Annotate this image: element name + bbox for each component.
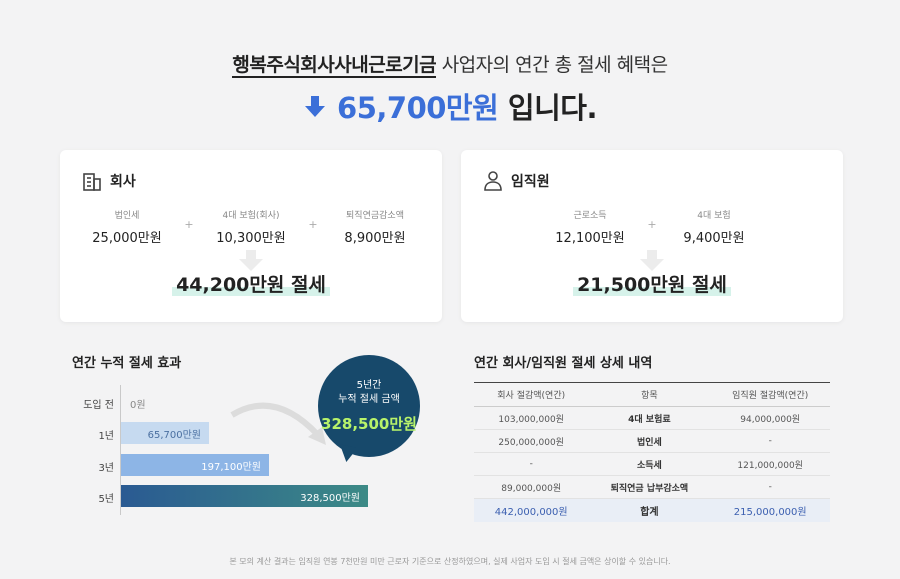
bubble-tail — [336, 444, 358, 464]
item-label: 4대 보험 — [697, 211, 731, 221]
bubble-line1: 5년간 — [356, 380, 382, 391]
item-label: 근로소득 — [573, 211, 607, 221]
company-item: 4대 보험(회사) 10,300만원 — [196, 208, 306, 246]
item-value: 25,000만원 — [92, 231, 162, 246]
employee-total-text: 21,500만원 절세 — [573, 274, 731, 296]
detail-title: 연간 회사/임직원 절세 상세 내역 — [474, 356, 653, 371]
bubble-amount: 328,500만원 — [321, 415, 417, 433]
table-row: 250,000,000원 법인세 - — [474, 429, 830, 453]
bar: 197,100만원 — [121, 454, 269, 476]
column-header: 항목 — [588, 382, 711, 407]
total-savings-amount: 65,700만원 — [337, 91, 499, 125]
category-cell: 퇴직연금 납부감소액 — [588, 475, 711, 499]
detail-table: 회사 절감액(연간) 항목 임직원 절감액(연간) 103,000,000원 4… — [474, 382, 830, 522]
headline-line1: 행복주식회사사내근로기금 사업자의 연간 총 절세 혜택은 — [0, 50, 900, 78]
item-value: 12,100만원 — [555, 231, 625, 246]
category-cell: 법인세 — [588, 429, 711, 453]
item-label: 퇴직연금감소액 — [346, 211, 404, 221]
employee-item: 4대 보험 9,400만원 — [659, 208, 769, 246]
headline-rest: 사업자의 연간 총 절세 혜택은 — [441, 54, 668, 76]
employee-saving-cell: - — [710, 475, 830, 499]
headline-suffix: 입니다. — [507, 91, 598, 125]
curved-arrow-icon — [230, 402, 326, 445]
company-total: 44,200만원 절세 — [60, 270, 442, 297]
sum-label-cell: 합계 — [588, 498, 711, 522]
plus-icon: + — [308, 218, 318, 231]
down-arrow-icon — [303, 94, 327, 124]
plus-icon: + — [647, 218, 657, 231]
employee-item: 근로소득 12,100만원 — [535, 208, 645, 246]
bar-value-label: 197,100만원 — [201, 461, 261, 473]
table-row: 103,000,000원 4대 보험료 94,000,000원 — [474, 406, 830, 430]
company-card-title: 회사 — [110, 174, 136, 190]
company-card: 회사 법인세 25,000만원 + 4대 보험(회사) 10,300만원 + 퇴… — [60, 150, 442, 322]
company-saving-cell: 103,000,000원 — [474, 406, 589, 430]
bubble-caption: 5년간 누적 절세 금액 — [318, 379, 420, 407]
person-icon — [483, 170, 503, 192]
down-arrow-icon — [239, 250, 263, 271]
employee-card: 임직원 근로소득 12,100만원 + 4대 보험 9,400만원 21,500… — [461, 150, 843, 322]
bar-category-label: 5년 — [98, 494, 114, 505]
company-item: 법인세 25,000만원 — [72, 208, 182, 246]
bar-category-label: 도입 전 — [83, 400, 114, 411]
employee-sum-cell: 215,000,000원 — [710, 498, 830, 522]
headline-line2: 65,700만원 입니다. — [0, 85, 900, 127]
item-label: 4대 보험(회사) — [222, 211, 280, 221]
bar-category-label: 1년 — [98, 431, 114, 442]
employee-card-title: 임직원 — [511, 174, 550, 190]
table-row: 89,000,000원 퇴직연금 납부감소액 - — [474, 475, 830, 499]
bar-value-label: 0원 — [130, 400, 146, 411]
company-total-text: 44,200만원 절세 — [172, 274, 330, 296]
employee-card-header: 임직원 — [483, 170, 550, 192]
bar: 65,700만원 — [121, 422, 209, 444]
category-cell: 소득세 — [588, 452, 711, 476]
table-sum-row: 442,000,000원 합계 215,000,000원 — [474, 498, 830, 522]
down-arrow-icon — [640, 250, 664, 271]
company-sum-cell: 442,000,000원 — [474, 498, 589, 522]
employee-saving-cell: 94,000,000원 — [710, 406, 830, 430]
column-header: 회사 절감액(연간) — [474, 382, 589, 407]
building-icon — [82, 170, 102, 192]
column-header: 임직원 절감액(연간) — [710, 382, 830, 407]
company-saving-cell: 89,000,000원 — [474, 475, 589, 499]
company-saving-cell: - — [474, 452, 589, 476]
item-value: 10,300만원 — [216, 231, 286, 246]
company-item: 퇴직연금감소액 8,900만원 — [320, 208, 430, 246]
company-card-header: 회사 — [82, 170, 136, 192]
item-value: 9,400만원 — [683, 231, 745, 246]
headline: 행복주식회사사내근로기금 사업자의 연간 총 절세 혜택은 65,700만원 입… — [0, 50, 900, 127]
table-header-row: 회사 절감액(연간) 항목 임직원 절감액(연간) — [474, 382, 830, 407]
employee-items: 근로소득 12,100만원 + 4대 보험 9,400만원 — [461, 208, 843, 246]
bar-category-label: 3년 — [98, 463, 114, 474]
five-year-bubble: 5년간 누적 절세 금액 328,500만원 — [318, 355, 420, 457]
employee-total: 21,500만원 절세 — [461, 270, 843, 297]
item-label: 법인세 — [114, 211, 140, 221]
bubble-line2: 누적 절세 금액 — [338, 394, 400, 405]
table-row: - 소득세 121,000,000원 — [474, 452, 830, 476]
plus-icon: + — [184, 218, 194, 231]
company-saving-cell: 250,000,000원 — [474, 429, 589, 453]
category-cell: 4대 보험료 — [588, 406, 711, 430]
employee-saving-cell: - — [710, 429, 830, 453]
bar-value-label: 65,700만원 — [147, 429, 201, 441]
employee-saving-cell: 121,000,000원 — [710, 452, 830, 476]
company-items: 법인세 25,000만원 + 4대 보험(회사) 10,300만원 + 퇴직연금… — [60, 208, 442, 246]
bar: 328,500만원 — [121, 485, 368, 507]
company-name: 행복주식회사사내근로기금 — [232, 54, 437, 78]
item-value: 8,900만원 — [344, 231, 406, 246]
cumulative-title: 연간 누적 절세 효과 — [72, 356, 182, 371]
footnote: 본 모의 계산 결과는 임직원 연봉 7천만원 미만 근로자 기준으로 산정하였… — [229, 557, 671, 566]
bar-value-label: 328,500만원 — [300, 492, 360, 504]
